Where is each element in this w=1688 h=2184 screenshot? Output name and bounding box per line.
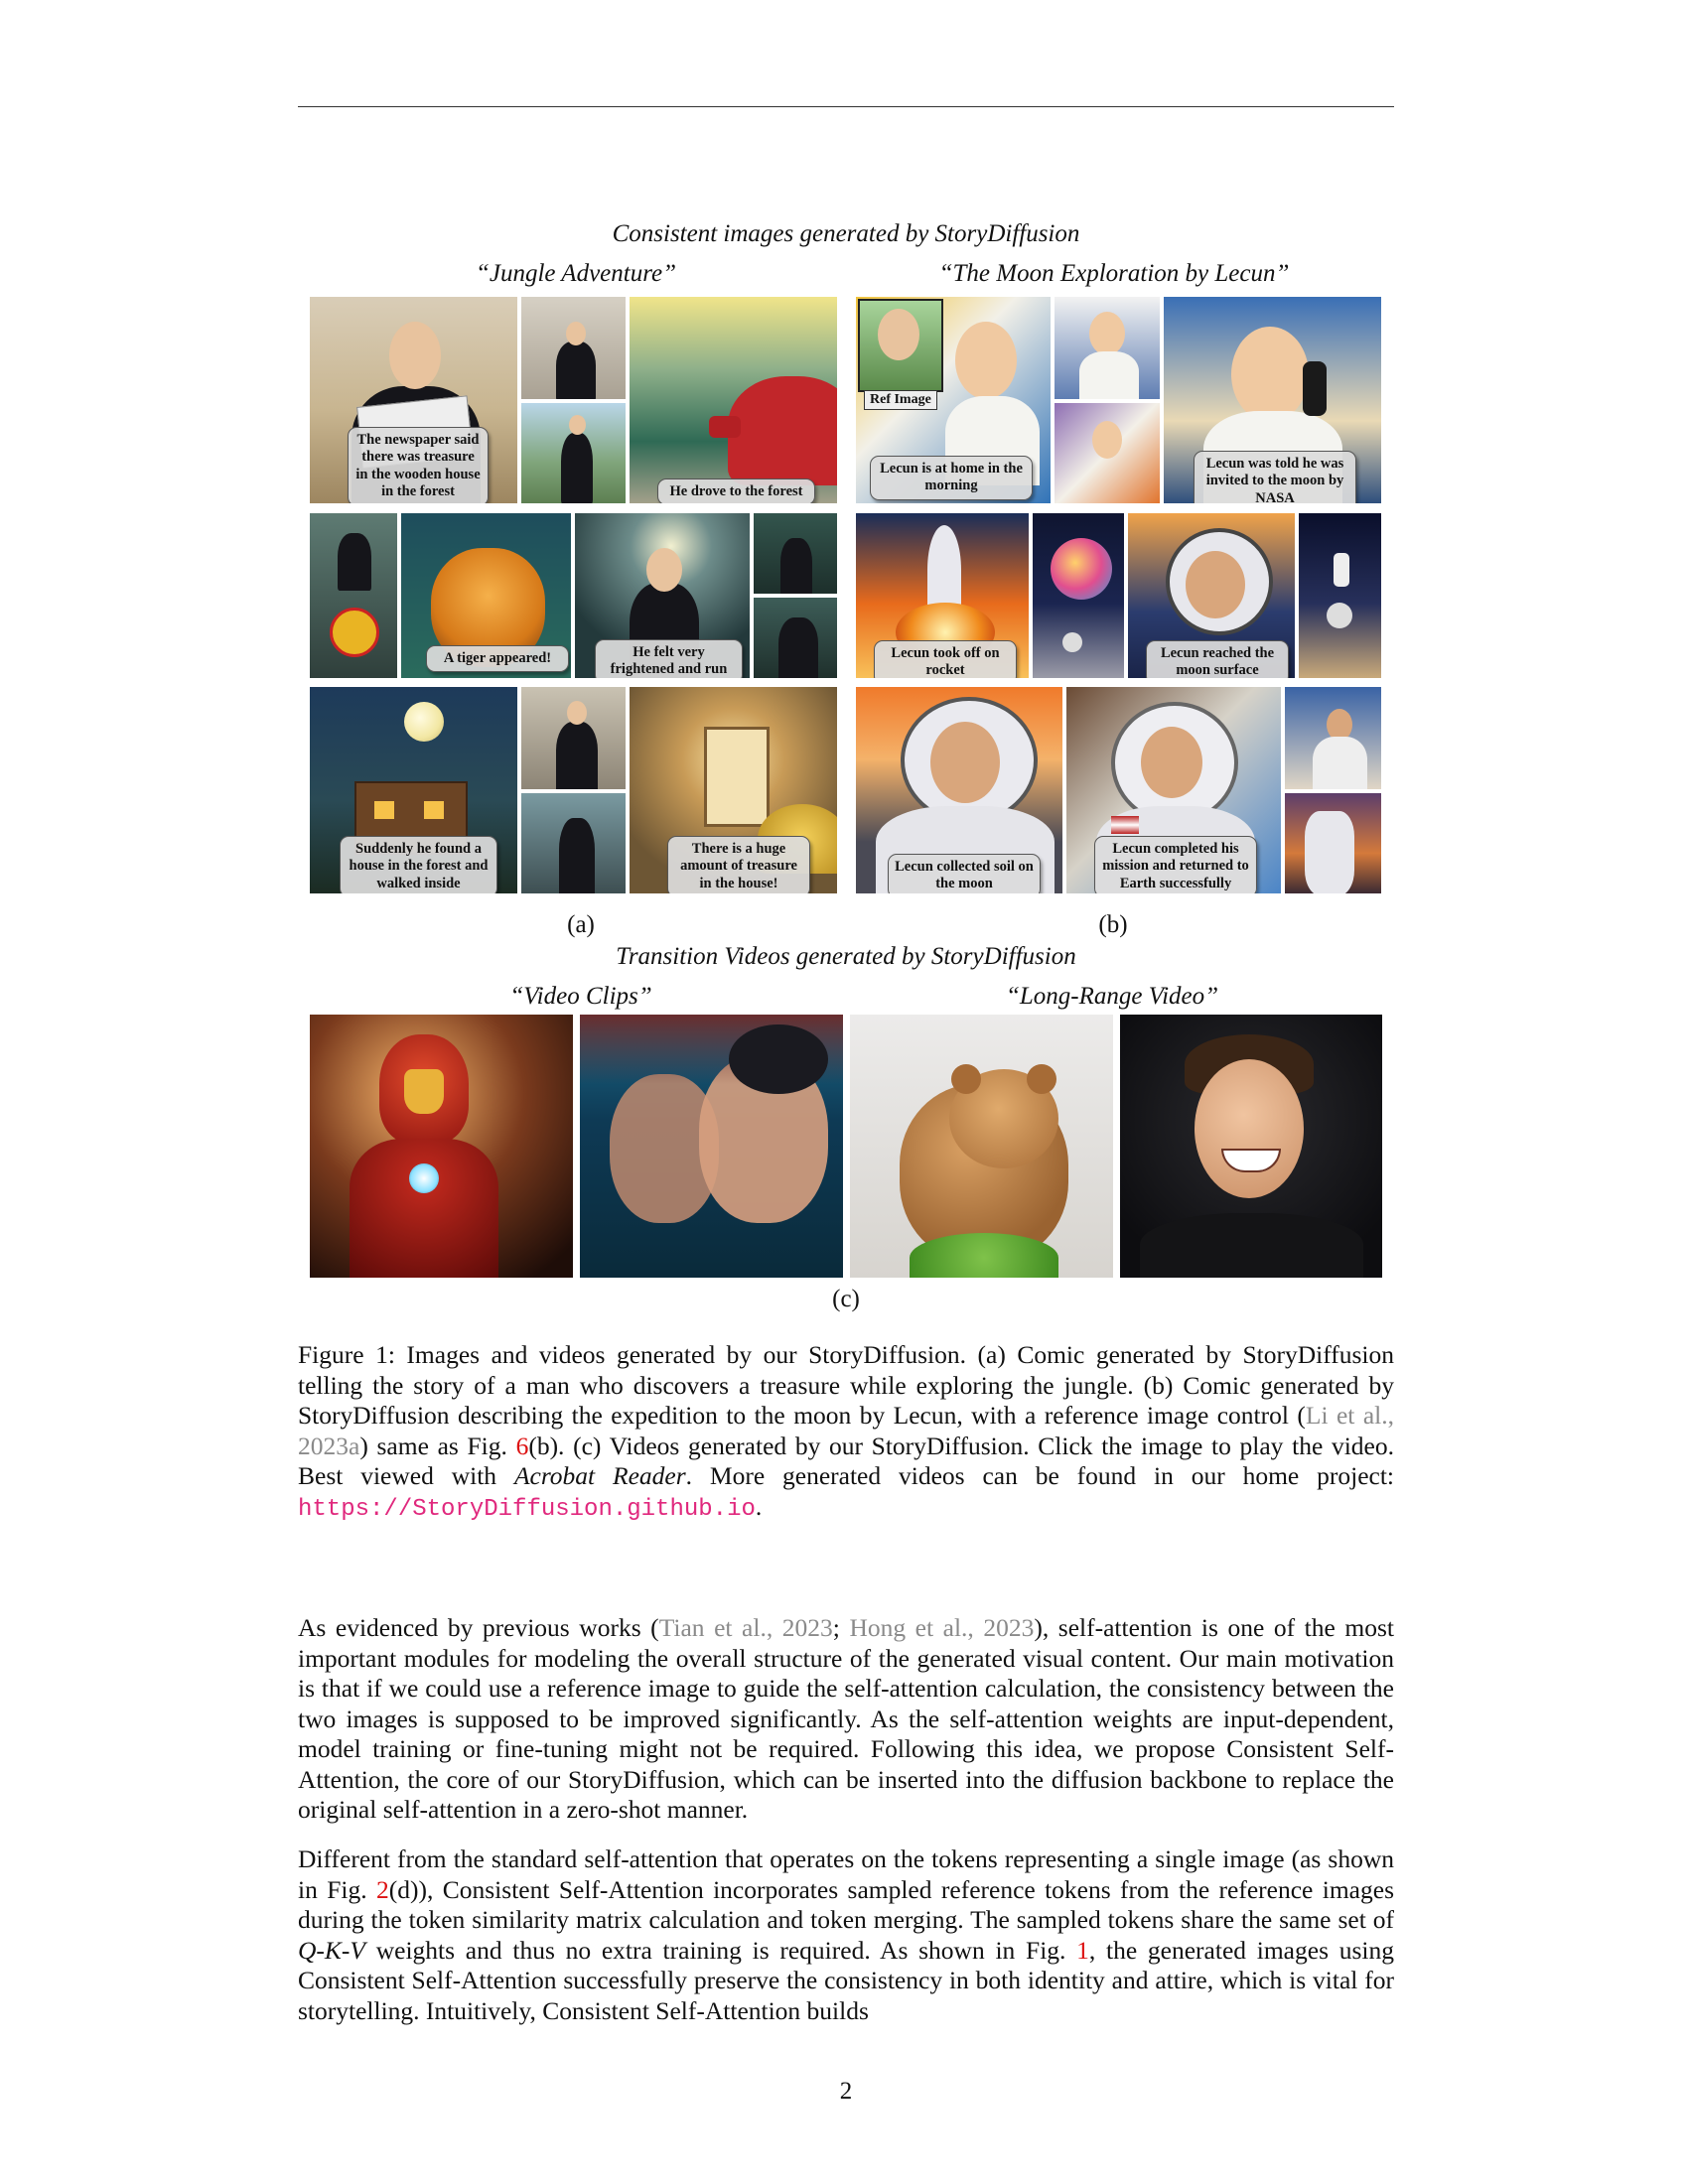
- bubble-b4: Lecun reached the moon surface: [1146, 640, 1289, 678]
- page-number: 2: [839, 2078, 853, 2105]
- citation-tian[interactable]: Tian et al., 2023: [659, 1613, 833, 1642]
- jungle-panel-enter1: [519, 685, 628, 791]
- bubble-b3: Lecun took off on rocket: [874, 640, 1017, 678]
- moon-panel-breakfast1: [1053, 295, 1162, 401]
- moon-panel-return: Lecun completed his mission and returned…: [1064, 685, 1283, 895]
- paragraph-2: Different from the standard self-attenti…: [298, 1844, 1394, 2025]
- bubble-a5: Suddenly he found a house in the forest …: [340, 836, 497, 893]
- bubble-a4: He felt very frightened and run: [595, 639, 743, 678]
- jungle-panel-door: [519, 295, 628, 401]
- ref-fig6[interactable]: 6: [516, 1432, 529, 1460]
- moon-panel-helmet: [1031, 511, 1126, 680]
- video-man[interactable]: [1120, 1015, 1382, 1278]
- subtitle-video-clips: “Video Clips”: [509, 983, 652, 1010]
- jungle-panel-walk: [519, 401, 628, 505]
- ref-fig1[interactable]: 1: [1076, 1936, 1089, 1965]
- moon-panel-surface: [1297, 511, 1383, 680]
- jungle-panel-run1: [752, 511, 839, 596]
- bubble-a1: The newspaper said there was treasure in…: [348, 427, 489, 503]
- bubble-a3: A tiger appeared!: [426, 645, 569, 673]
- video-ironman[interactable]: [310, 1015, 573, 1278]
- bubble-a6: There is a huge amount of treasure in th…: [667, 836, 810, 893]
- bubble-b1: Lecun is at home in the morning: [870, 456, 1033, 500]
- subtitle-moon: “The Moon Exploration by Lecun”: [938, 260, 1290, 287]
- label-b: (b): [1098, 911, 1128, 938]
- figure-caption: Figure 1: Images and videos generated by…: [298, 1340, 1394, 1523]
- figure-title-images: Consistent images generated by StoryDiff…: [612, 220, 1080, 247]
- label-c: (c): [832, 1286, 860, 1312]
- citation-hong[interactable]: Hong et al., 2023: [849, 1613, 1034, 1642]
- moon-panel-breakfast2: [1053, 401, 1162, 505]
- paragraph-1: As evidenced by previous works (Tian et …: [298, 1613, 1394, 1824]
- header-rule: [298, 106, 1394, 107]
- subtitle-jungle: “Jungle Adventure”: [475, 260, 677, 287]
- jungle-panel-newspaper: The newspaper said there was treasure in…: [308, 295, 519, 505]
- moon-panel-astronaut: Lecun reached the moon surface: [1126, 511, 1297, 680]
- jungle-panel-enter2: [519, 791, 628, 895]
- jungle-panel-tiger: A tiger appeared!: [399, 511, 573, 680]
- moon-panel-wave: [1283, 685, 1383, 791]
- jungle-panel-car: He drove to the forest: [628, 295, 839, 505]
- label-a: (a): [567, 911, 595, 938]
- jungle-panel-treasure: There is a huge amount of treasure in th…: [628, 685, 839, 895]
- ref-fig2[interactable]: 2: [376, 1875, 389, 1904]
- project-url-link[interactable]: https://StoryDiffusion.github.io: [298, 1496, 756, 1523]
- bubble-b2: Lecun was told he was invited to the moo…: [1194, 451, 1356, 503]
- figure-title-videos: Transition Videos generated by StoryDiff…: [616, 943, 1076, 970]
- video-underwater[interactable]: [580, 1015, 843, 1278]
- jungle-panel-frightened: He felt very frightened and run: [573, 511, 752, 680]
- bubble-a2: He drove to the forest: [657, 478, 815, 503]
- video-bear[interactable]: [850, 1015, 1113, 1278]
- bubble-b5: Lecun collected soil on the moon: [888, 854, 1041, 893]
- moon-panel-home: Ref Image Lecun is at home in the mornin…: [854, 295, 1053, 505]
- jungle-panel-path: [308, 511, 399, 680]
- bubble-b6: Lecun completed his mission and returned…: [1094, 836, 1257, 893]
- ref-image-tag: Ref Image: [864, 390, 937, 410]
- jungle-panel-run2: [752, 596, 839, 680]
- subtitle-long-range: “Long-Range Video”: [1005, 983, 1219, 1010]
- moon-panel-soil: Lecun collected soil on the moon: [854, 685, 1064, 895]
- moon-panel-phone: Lecun was told he was invited to the moo…: [1162, 295, 1383, 505]
- jungle-panel-house: Suddenly he found a house in the forest …: [308, 685, 519, 895]
- moon-panel-rocket: Lecun took off on rocket: [854, 511, 1031, 680]
- moon-panel-crowd: [1283, 791, 1383, 895]
